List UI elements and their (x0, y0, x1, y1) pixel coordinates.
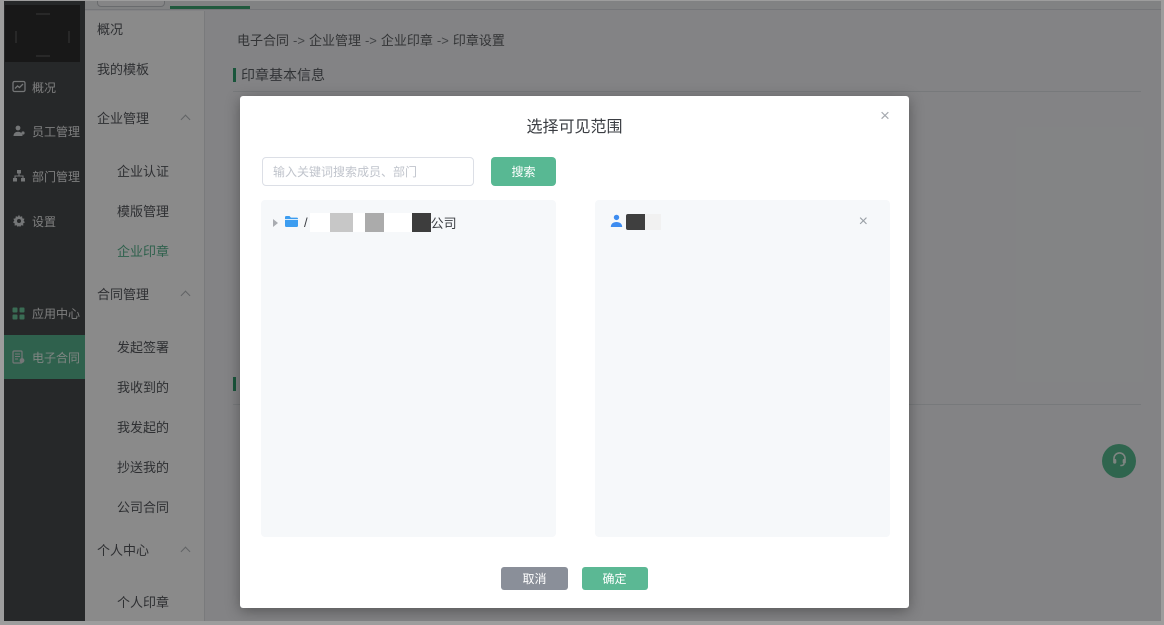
redacted-text-block (384, 213, 412, 232)
member-tree-panel: / 公司 (261, 200, 556, 537)
tree-label-prefix: / (304, 215, 308, 230)
window-frame (0, 621, 1164, 625)
redacted-text-block (353, 213, 365, 232)
search-input[interactable] (262, 157, 474, 186)
redacted-text-block (412, 213, 431, 232)
redacted-text-block (330, 213, 353, 232)
caret-right-icon[interactable] (273, 219, 278, 227)
remove-icon[interactable]: × (859, 213, 868, 231)
tree-label-suffix: 公司 (431, 213, 457, 232)
selected-members-panel: × (595, 200, 890, 537)
select-visible-range-dialog: 选择可见范围 × 搜索 / 公司 (240, 96, 909, 608)
redacted-text-block (645, 214, 661, 230)
folder-icon (284, 215, 299, 231)
search-button[interactable]: 搜索 (491, 157, 556, 186)
close-icon[interactable]: × (875, 106, 895, 126)
person-icon (610, 214, 623, 231)
cancel-button[interactable]: 取消 (501, 567, 567, 590)
selected-member-row: × (610, 213, 876, 231)
redacted-text-block (365, 213, 384, 232)
window-frame (0, 0, 1164, 1)
redacted-text-block (626, 214, 645, 230)
dialog-footer: 取消 确定 (240, 567, 909, 590)
confirm-button[interactable]: 确定 (582, 567, 648, 590)
window-frame (0, 0, 4, 625)
dialog-title: 选择可见范围 (240, 113, 909, 137)
tree-node-company[interactable]: / 公司 (273, 212, 548, 233)
redacted-text-block (310, 213, 330, 232)
screen: 概况 员工管理 部门管理 设置 应用中心 (0, 0, 1164, 625)
